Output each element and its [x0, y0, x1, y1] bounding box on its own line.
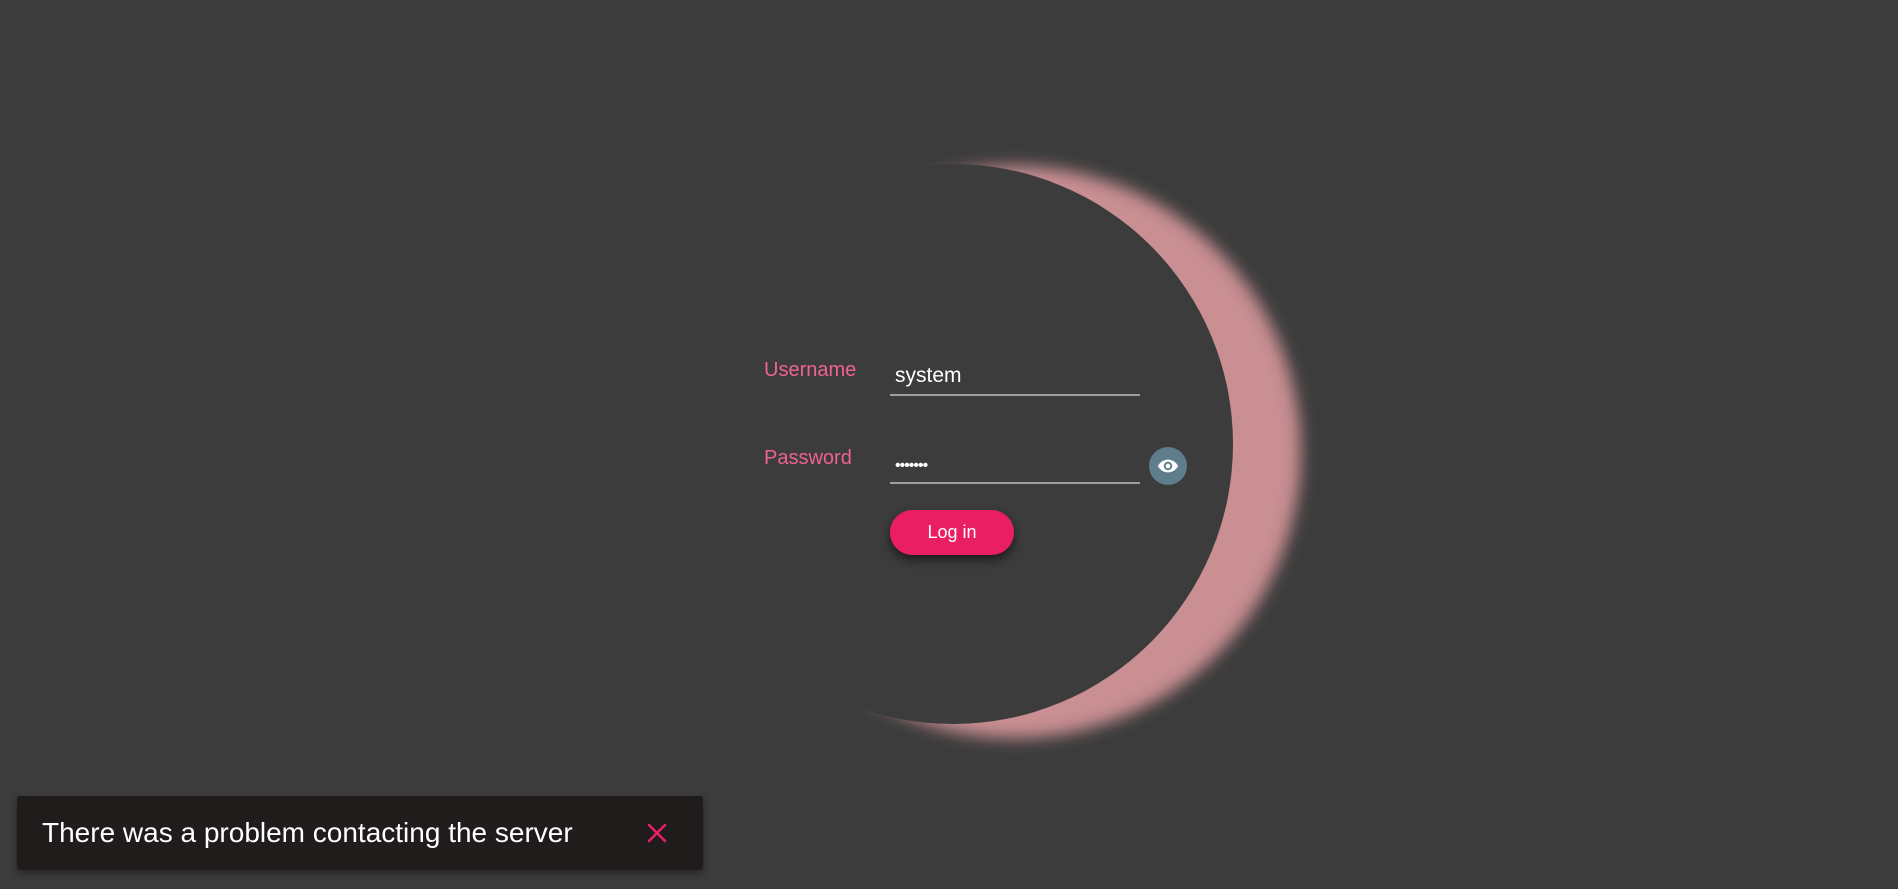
- toggle-password-visibility-button[interactable]: [1149, 447, 1187, 485]
- password-input[interactable]: •••••••: [890, 450, 1140, 484]
- username-label: Username: [764, 359, 857, 381]
- login-button[interactable]: Log in: [890, 510, 1014, 555]
- close-icon: [647, 823, 667, 843]
- username-input[interactable]: system: [890, 362, 1140, 396]
- decorative-crescent: [673, 164, 1233, 724]
- login-page: Username system Password ••••••• Log in …: [0, 0, 1898, 889]
- error-snackbar: There was a problem contacting the serve…: [17, 796, 703, 870]
- snackbar-close-button[interactable]: [642, 818, 672, 848]
- snackbar-message: There was a problem contacting the serve…: [42, 817, 573, 848]
- eye-icon: [1157, 459, 1179, 473]
- password-label: Password: [764, 447, 852, 469]
